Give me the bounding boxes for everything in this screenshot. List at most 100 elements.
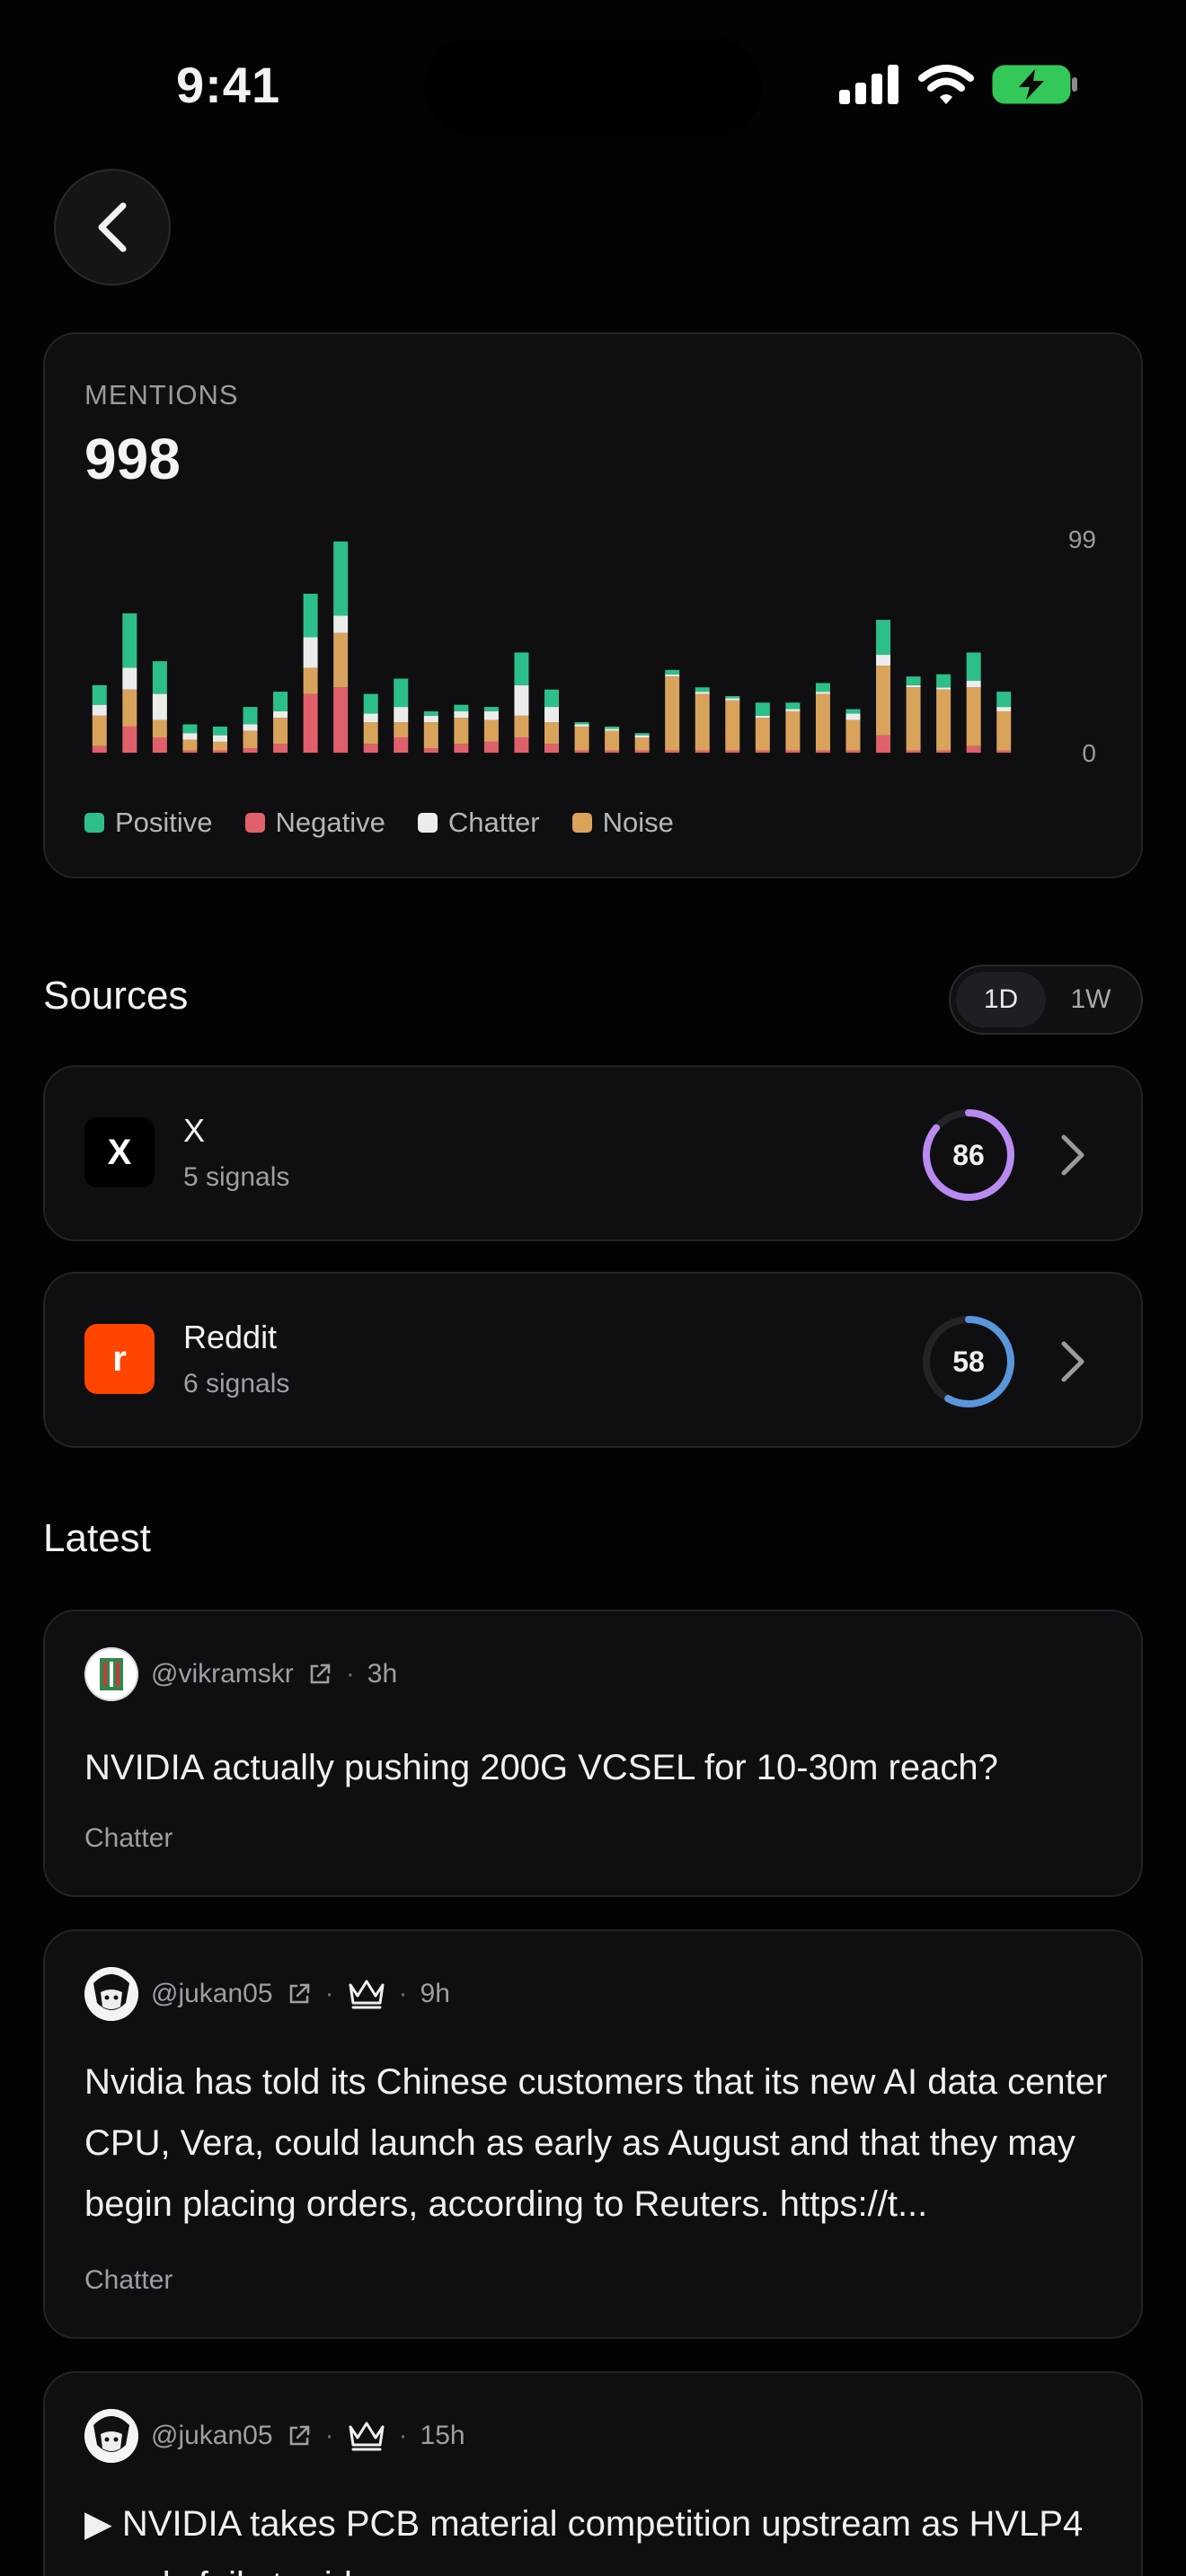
bar-positive-6	[273, 692, 288, 711]
bar-positive-26	[876, 620, 891, 655]
bar-negative-29	[966, 745, 981, 753]
post-text: Nvidia has told its Chinese customers th…	[84, 2062, 1108, 2224]
bar-positive-14	[514, 652, 529, 685]
bar-negative-3	[182, 750, 198, 753]
bar-negative-12	[454, 744, 469, 753]
score-value: 86	[952, 1138, 985, 1171]
source-signals: 6 signals	[183, 1369, 290, 1398]
bar-positive-23	[785, 702, 801, 710]
bar-positive-16	[574, 722, 589, 725]
post-age: 15h	[420, 2421, 465, 2450]
bar-noise-26	[876, 666, 891, 736]
source-name: X	[183, 1112, 206, 1149]
bar-noise-8	[333, 632, 349, 688]
bar-negative-28	[936, 750, 951, 753]
latest-title: Latest	[43, 1516, 151, 1560]
bar-negative-15	[544, 744, 559, 753]
bar-positive-2	[152, 661, 167, 694]
bar-noise-13	[483, 719, 499, 742]
bar-chatter-26	[876, 654, 891, 666]
post-card[interactable]: @jukan05 · · 9h Nvidia has told its Chin…	[43, 1929, 1143, 2339]
status-icons	[839, 63, 1078, 106]
bar-chatter-28	[936, 687, 951, 690]
back-button[interactable]	[54, 169, 171, 286]
chevron-right-icon	[1061, 1341, 1084, 1382]
post-tag: Chatter	[84, 2265, 173, 2295]
bar-chatter-3	[182, 733, 198, 740]
crown-icon	[349, 1980, 385, 2009]
bar-positive-12	[454, 704, 469, 711]
bar-chatter-14	[514, 684, 529, 716]
chevron-left-icon	[98, 202, 127, 252]
y-tick-min: 0	[1082, 739, 1096, 767]
bar-chatter-10	[394, 707, 409, 723]
bar-noise-27	[906, 687, 921, 751]
bar-noise-6	[273, 718, 288, 745]
post-handle[interactable]: @jukan05	[151, 2421, 273, 2451]
bar-chatter-18	[634, 735, 650, 738]
bar-negative-1	[122, 726, 137, 753]
bar-negative-18	[634, 750, 650, 753]
toggle-1w[interactable]: 1W	[1046, 972, 1136, 1028]
post-handle[interactable]: @jukan05	[151, 1979, 273, 2009]
x-logo-icon: X	[84, 1117, 155, 1187]
bar-chatter-4	[212, 735, 227, 742]
bar-chatter-11	[423, 715, 438, 723]
post-handle[interactable]: @vikramskr	[151, 1659, 294, 1689]
bar-positive-30	[996, 692, 1012, 708]
post-text: ▶ NVIDIA takes PCB material competition …	[84, 2504, 1084, 2576]
bar-negative-24	[815, 750, 830, 753]
bar-noise-2	[152, 719, 167, 738]
legend-noise: Noise	[571, 807, 674, 839]
source-signals: 5 signals	[183, 1162, 290, 1192]
bar-noise-9	[363, 722, 378, 745]
chart-legend: Positive Negative Chatter Noise	[84, 807, 674, 839]
bar-positive-10	[394, 678, 409, 708]
bar-chatter-22	[755, 715, 770, 719]
bar-chatter-1	[122, 667, 137, 690]
bar-positive-29	[966, 652, 981, 681]
external-link-icon[interactable]	[306, 1661, 333, 1688]
score-value: 58	[952, 1345, 985, 1378]
source-row-x[interactable]: X X 5 signals 86	[43, 1065, 1143, 1241]
legend-chatter: Chatter	[417, 807, 540, 839]
bar-chatter-16	[574, 724, 589, 727]
source-row-reddit[interactable]: r Reddit 6 signals 58	[43, 1272, 1143, 1448]
legend-label-noise: Noise	[602, 807, 674, 838]
bar-negative-10	[394, 737, 409, 753]
legend-swatch-negative	[244, 813, 265, 833]
bar-noise-25	[845, 719, 861, 751]
external-link-icon[interactable]	[286, 1981, 313, 2007]
post-text: NVIDIA actually pushing 200G VCSEL for 1…	[84, 1748, 998, 1787]
crown-icon	[349, 2422, 385, 2451]
bar-negative-9	[363, 744, 378, 753]
bar-negative-22	[755, 750, 770, 753]
post-card[interactable]: @vikramskr · 3h NVIDIA actually pushing …	[43, 1610, 1143, 1897]
bar-negative-5	[243, 748, 258, 753]
status-time: 9:41	[176, 57, 281, 113]
bar-positive-27	[906, 676, 921, 685]
bar-negative-4	[212, 750, 227, 753]
bar-negative-25	[845, 750, 861, 753]
bar-chatter-15	[544, 707, 559, 723]
bar-positive-0	[92, 684, 107, 705]
legend-positive: Positive	[84, 807, 213, 839]
bar-noise-4	[212, 741, 227, 751]
bar-negative-14	[514, 737, 529, 753]
bar-positive-19	[665, 669, 680, 675]
bar-negative-27	[906, 750, 921, 753]
external-link-icon[interactable]	[286, 2422, 313, 2449]
toggle-1d[interactable]: 1D	[956, 972, 1046, 1028]
bar-negative-11	[423, 748, 438, 753]
bar-noise-5	[243, 730, 258, 749]
bar-chatter-8	[333, 615, 349, 633]
bar-positive-7	[303, 594, 318, 638]
timeframe-toggle[interactable]: 1D 1W	[949, 965, 1143, 1035]
bar-positive-18	[634, 733, 650, 736]
post-card[interactable]: @jukan05 · · 15h ▶ NVIDIA takes PCB mate…	[43, 2371, 1143, 2576]
cellular-signal-icon	[839, 65, 898, 104]
bar-negative-20	[695, 750, 710, 753]
bar-negative-30	[996, 750, 1012, 753]
legend-negative: Negative	[244, 807, 385, 839]
bar-chatter-30	[996, 707, 1012, 711]
